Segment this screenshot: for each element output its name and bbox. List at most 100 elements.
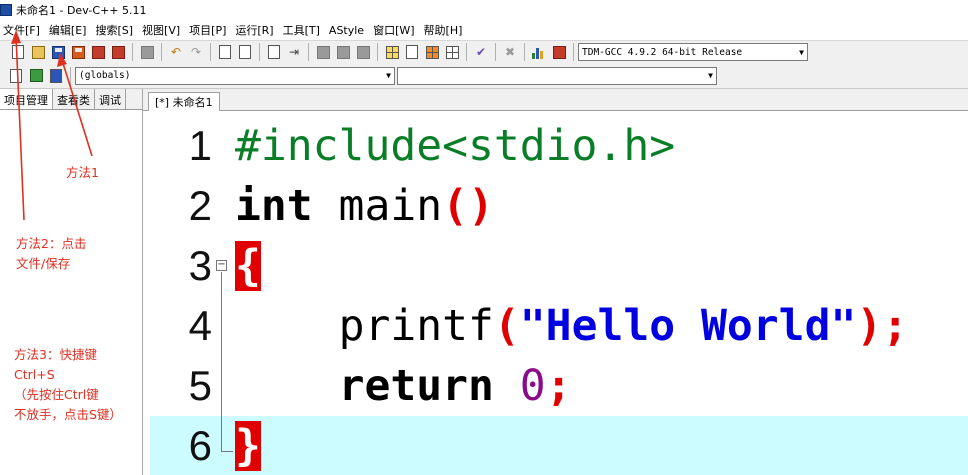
- open-paren: (: [493, 301, 520, 351]
- goto-icon: [29, 69, 43, 82]
- replace-button[interactable]: [236, 43, 254, 61]
- line-number: 5: [188, 362, 212, 409]
- menu-file[interactable]: 文件[F]: [0, 22, 46, 38]
- code-line: 5 return 0;: [150, 356, 968, 416]
- annotation-method1: 方法1: [66, 165, 99, 180]
- menu-help[interactable]: 帮助[H]: [421, 22, 469, 38]
- chevron-down-icon: ▼: [386, 71, 391, 80]
- close-file-icon: [91, 45, 105, 59]
- fold-end-line: [221, 451, 233, 452]
- close-all-button[interactable]: [109, 43, 127, 61]
- menu-project[interactable]: 项目[P]: [186, 22, 232, 38]
- include-directive: #include<stdio.h>: [235, 121, 676, 171]
- class-toolbar: (globals) ▼ ▼: [0, 63, 968, 89]
- title-bar: 未命名1 - Dev-C++ 5.11: [0, 0, 968, 20]
- toolbar-separator: [132, 43, 133, 61]
- tab-debug[interactable]: 调试: [95, 89, 126, 109]
- goto-line-button[interactable]: [265, 43, 283, 61]
- line-number: 2: [188, 182, 212, 229]
- editor-tabs: [*] 未命名1: [143, 89, 968, 111]
- app-icon: [0, 4, 12, 16]
- save-button[interactable]: [49, 43, 67, 61]
- menu-view[interactable]: 视图[V]: [139, 22, 186, 38]
- close-file-button[interactable]: [89, 43, 107, 61]
- annotation-method2: 方法2：点击 文件/保存: [16, 234, 86, 274]
- bookmark-next-icon: [336, 45, 350, 59]
- find-button[interactable]: [216, 43, 234, 61]
- active-code-line: 6 }: [150, 416, 968, 475]
- line-number: 1: [188, 122, 212, 169]
- menu-search[interactable]: 搜索[S]: [92, 22, 139, 38]
- print-icon: [140, 45, 154, 59]
- bookmark-next-button[interactable]: [334, 43, 352, 61]
- rebuild-button[interactable]: [443, 43, 461, 61]
- indent-button[interactable]: ⇥: [285, 43, 303, 61]
- rebuild-icon: [445, 45, 459, 59]
- compiler-select[interactable]: TDM-GCC 4.9.2 64-bit Release ▼: [578, 43, 808, 61]
- toolbar-separator: [377, 43, 378, 61]
- save-all-button[interactable]: [69, 43, 87, 61]
- chart-icon: [532, 46, 546, 59]
- delete-profile-button[interactable]: [550, 43, 568, 61]
- menu-edit[interactable]: 编辑[E]: [46, 22, 93, 38]
- window-title: 未命名1 - Dev-C++ 5.11: [16, 4, 147, 17]
- code-editor[interactable]: 1 #include<stdio.h> 2 int main() 3 − { 4…: [150, 112, 968, 475]
- new-file-button[interactable]: [9, 43, 27, 61]
- comment-button[interactable]: [354, 43, 372, 61]
- redo-button[interactable]: ↷: [187, 43, 205, 61]
- function-name: main: [312, 181, 443, 231]
- compile-run-button[interactable]: [423, 43, 441, 61]
- main-toolbar: ↶ ↷ ⇥ ✔ ✖ TDM-GCC 4.9.2 64-bit Release ▼: [0, 40, 968, 63]
- chevron-down-icon: ▼: [708, 71, 713, 80]
- code-line: 2 int main(): [150, 176, 968, 236]
- stop-button[interactable]: ✖: [501, 43, 519, 61]
- left-panel-tabs: 项目管理 查看类 调试: [0, 89, 142, 110]
- bookmark-prev-button[interactable]: [314, 43, 332, 61]
- compile-button[interactable]: [383, 43, 401, 61]
- bookmark-prev-icon: [316, 45, 330, 59]
- menu-tools[interactable]: 工具[T]: [280, 22, 326, 38]
- toggle-icon: [50, 68, 62, 83]
- tab-project[interactable]: 项目管理: [0, 89, 53, 109]
- print-button[interactable]: [138, 43, 156, 61]
- undo-button[interactable]: ↶: [167, 43, 185, 61]
- fold-toggle-icon[interactable]: −: [216, 260, 227, 271]
- code-line: 3 − {: [150, 236, 968, 296]
- matched-brace: {: [235, 241, 261, 291]
- run-button[interactable]: [403, 43, 421, 61]
- goto-button[interactable]: [27, 67, 45, 85]
- code-text: int main(): [235, 176, 494, 236]
- parentheses: (): [442, 181, 494, 231]
- fold-line: [221, 272, 222, 452]
- line-number: 6: [188, 422, 212, 469]
- annotation-method3-line3: （先按住Ctrl键: [14, 387, 99, 402]
- compile-run-icon: [425, 45, 439, 59]
- annotation-method3: 方法3：快捷键 Ctrl+S （先按住Ctrl键 不放手，点击S键）: [14, 345, 122, 425]
- menu-astyle[interactable]: AStyle: [326, 24, 370, 37]
- semicolon: ;: [545, 361, 572, 411]
- menu-window[interactable]: 窗口[W]: [370, 22, 420, 38]
- save-icon: [51, 45, 65, 59]
- insert-button[interactable]: [7, 67, 25, 85]
- annotation-method3-line4: 不放手，点击S键）: [14, 407, 122, 422]
- menu-run[interactable]: 运行[R]: [232, 22, 279, 38]
- profile-button[interactable]: [530, 43, 548, 61]
- open-folder-icon: [31, 45, 45, 59]
- toolbar-separator: [210, 43, 211, 61]
- toggle-button[interactable]: [47, 67, 65, 85]
- globals-select-value: (globals): [79, 70, 131, 81]
- open-file-button[interactable]: [29, 43, 47, 61]
- globals-select[interactable]: (globals) ▼: [75, 66, 395, 85]
- check-syntax-button[interactable]: ✔: [472, 43, 490, 61]
- return-keyword: return: [338, 361, 494, 411]
- number-literal: 0: [519, 361, 546, 411]
- close-all-icon: [111, 45, 125, 59]
- members-select[interactable]: ▼: [397, 66, 717, 85]
- code-text: }: [235, 416, 261, 475]
- tab-classes[interactable]: 查看类: [53, 89, 95, 109]
- statement-end: );: [856, 301, 909, 351]
- line-number: 4: [188, 302, 212, 349]
- editor-tab[interactable]: [*] 未命名1: [148, 92, 220, 111]
